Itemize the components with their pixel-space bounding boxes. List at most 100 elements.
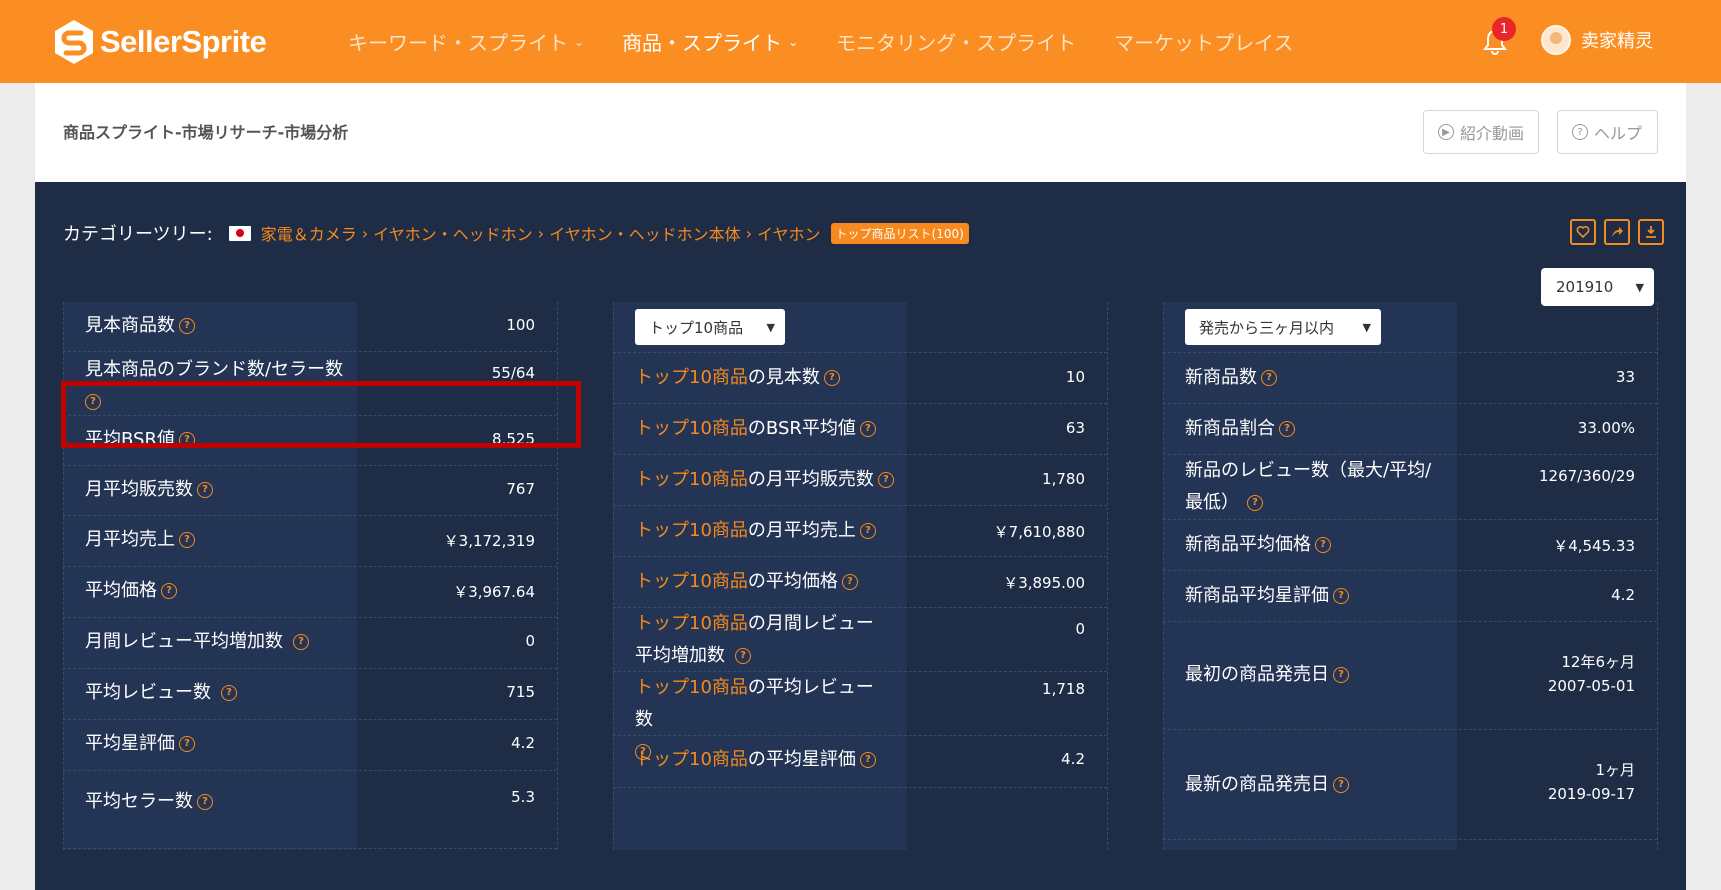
crumb-separator: › xyxy=(537,223,545,243)
question-icon[interactable]: ? xyxy=(221,685,237,701)
nav-item-label: マーケットプレイス xyxy=(1114,31,1294,55)
category-crumb[interactable]: イヤホン・ヘッドホン本体 xyxy=(549,221,741,245)
release-period-select[interactable]: 発売から三ヶ月以内 ▼ xyxy=(1185,309,1381,345)
row-label: 新品のレビュー数（最大/平均/最低）? xyxy=(1185,460,1432,513)
row-value: 63 xyxy=(1065,419,1085,437)
question-icon[interactable]: ? xyxy=(179,318,195,334)
category-crumb[interactable]: イヤホン・ヘッドホン xyxy=(373,221,533,245)
question-icon[interactable]: ? xyxy=(823,370,840,386)
month-select[interactable]: 201910 ▼ xyxy=(1541,268,1654,306)
table-row: 新商品平均価格? ￥4,545.33 xyxy=(1163,520,1657,571)
category-tree: カテゴリーツリー: 家電＆カメラ › イヤホン・ヘッドホン › イヤホン・ヘッド… xyxy=(63,220,969,246)
question-icon[interactable]: ? xyxy=(1279,421,1295,437)
share-button[interactable] xyxy=(1604,219,1630,245)
table-row: 月間レビュー平均増加数? 0 xyxy=(63,618,557,669)
favorite-button[interactable] xyxy=(1570,219,1596,245)
question-icon[interactable]: ? xyxy=(293,634,309,650)
question-icon[interactable]: ? xyxy=(859,523,876,539)
row-value: 4.2 xyxy=(1611,586,1635,604)
help-label: ヘルプ xyxy=(1594,124,1643,143)
nav-item-label: モニタリング・スプライト xyxy=(836,31,1077,55)
nav-item-keyword-sprite[interactable]: キーワード・スプライト ⌄ xyxy=(348,27,584,56)
row-label: 新商品数? xyxy=(1185,362,1277,394)
row-label: 平均星評価? xyxy=(85,728,195,760)
top10-stats-table: トップ10商品 ▼ トップ10商品の見本数? 10 トップ10商品のBSR平均値… xyxy=(613,302,1108,850)
play-icon: ▶ xyxy=(1438,124,1454,140)
table-row: 新商品平均星評価? 4.2 xyxy=(1163,571,1657,622)
question-icon[interactable]: ? xyxy=(877,472,894,488)
page-title: 商品スプライト-市場リサーチ-市場分析 xyxy=(63,123,349,142)
intro-video-button[interactable]: ▶ 紹介動画 xyxy=(1423,110,1539,154)
row-value: 0 xyxy=(1075,620,1085,638)
category-crumb[interactable]: 家電＆カメラ xyxy=(261,221,357,245)
table-row: トップ10商品の月平均売上? ￥7,610,880 xyxy=(613,506,1107,557)
help-button[interactable]: ? ヘルプ xyxy=(1557,110,1658,154)
table-row: トップ10商品の平均星評価? 4.2 xyxy=(613,736,1107,788)
row-value: 1,718 xyxy=(1042,680,1085,698)
question-icon[interactable]: ? xyxy=(859,421,876,437)
row-label: 最新の商品発売日? xyxy=(1185,769,1349,801)
question-icon[interactable]: ? xyxy=(859,752,876,768)
caret-down-icon: ▼ xyxy=(1362,320,1371,334)
question-icon[interactable]: ? xyxy=(735,648,751,664)
logo[interactable]: SellerSprite xyxy=(54,17,267,67)
table-row: 新商品割合? 33.00% xyxy=(1163,404,1657,455)
question-icon[interactable]: ? xyxy=(1247,495,1263,511)
row-label: 月平均売上? xyxy=(85,524,195,556)
question-icon[interactable]: ? xyxy=(179,736,195,752)
table-row: 発売から三ヶ月以内 ▼ xyxy=(1163,302,1657,353)
table-row: トップ10商品の見本数? 10 xyxy=(613,353,1107,404)
table-row: 新品のレビュー数（最大/平均/最低）? 1267/360/29 xyxy=(1163,455,1657,520)
row-value: 10 xyxy=(1065,368,1085,386)
row-value: 55/64 xyxy=(491,364,535,382)
table-row: トップ10商品の月平均販売数? 1,780 xyxy=(613,455,1107,506)
download-button[interactable] xyxy=(1638,219,1664,245)
chevron-down-icon: ⌄ xyxy=(574,34,585,49)
heart-icon xyxy=(1576,226,1590,239)
table-row: 最新の商品発売日? 1ヶ月 2019-09-17 xyxy=(1163,730,1657,840)
question-icon[interactable]: ? xyxy=(197,482,213,498)
row-value: 33.00% xyxy=(1577,419,1635,437)
question-icon: ? xyxy=(1572,124,1588,140)
question-icon[interactable]: ? xyxy=(1315,537,1331,553)
row-value: 33 xyxy=(1615,368,1635,386)
row-label: 見本商品数? xyxy=(85,310,195,342)
question-icon[interactable]: ? xyxy=(179,532,195,548)
category-crumb[interactable]: イヤホン xyxy=(757,221,821,245)
row-value: 4.2 xyxy=(511,734,535,752)
main-nav: キーワード・スプライト ⌄ 商品・スプライト ⌄ モニタリング・スプライト マー… xyxy=(348,0,1332,83)
nav-item-product-sprite[interactable]: 商品・スプライト ⌄ xyxy=(622,27,798,56)
question-icon[interactable]: ? xyxy=(197,794,213,810)
release-period-select-value: 発売から三ヶ月以内 xyxy=(1199,318,1335,337)
row-value: 767 xyxy=(506,480,535,498)
table-row: 見本商品数? 100 xyxy=(63,302,557,352)
nav-item-monitoring-sprite[interactable]: モニタリング・スプライト xyxy=(836,27,1076,56)
row-value: ￥3,967.64 xyxy=(453,583,535,601)
table-row: トップ10商品 ▼ xyxy=(613,302,1107,353)
table-row: トップ10商品の月間レビュー平均増加数? 0 xyxy=(613,608,1107,672)
row-value: 12年6ヶ月 2007-05-01 xyxy=(1547,653,1635,695)
action-icons xyxy=(1562,219,1664,245)
question-icon[interactable]: ? xyxy=(841,574,858,590)
table-row: 平均セラー数? 5.3 xyxy=(63,771,557,849)
top10-select[interactable]: トップ10商品 ▼ xyxy=(635,309,785,345)
row-label: トップ10商品の見本数? xyxy=(635,362,840,394)
table-row: 最初の商品発売日? 12年6ヶ月 2007-05-01 xyxy=(1163,622,1657,730)
row-label: トップ10商品のBSR平均値? xyxy=(635,413,876,445)
question-icon[interactable]: ? xyxy=(1333,588,1349,604)
top-products-badge[interactable]: トップ商品リスト(100) xyxy=(830,222,969,244)
row-label: 新商品平均星評価? xyxy=(1185,580,1349,612)
row-value: 4.2 xyxy=(1061,750,1085,768)
question-icon[interactable]: ? xyxy=(1333,667,1349,683)
new-products-table: 発売から三ヶ月以内 ▼ 新商品数? 33 新商品割合? 33.00% 新品のレビ… xyxy=(1163,302,1658,850)
question-icon[interactable]: ? xyxy=(1333,777,1349,793)
chevron-down-icon: ⌄ xyxy=(788,34,799,49)
question-icon[interactable]: ? xyxy=(1261,370,1277,386)
nav-item-marketplace[interactable]: マーケットプレイス xyxy=(1114,27,1293,56)
month-select-value: 201910 xyxy=(1556,278,1614,296)
table-row: トップ10商品のBSR平均値? 63 xyxy=(613,404,1107,455)
row-value: ￥3,895.00 xyxy=(1003,574,1085,592)
row-label: トップ10商品の月間レビュー平均増加数? xyxy=(635,613,874,666)
question-icon[interactable]: ? xyxy=(161,583,177,599)
user-menu[interactable]: 卖家精灵 xyxy=(1541,25,1653,55)
